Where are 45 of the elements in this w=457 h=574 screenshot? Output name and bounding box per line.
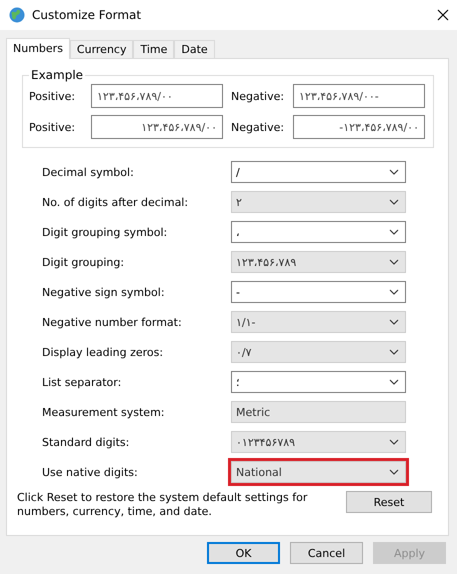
setting-label: Measurement system: <box>42 406 166 418</box>
dropdown[interactable]: / <box>231 161 406 183</box>
window-title: Customize Format <box>32 8 142 22</box>
chevron-down-icon <box>389 289 399 295</box>
example-field: ۱۲۳،۴۵۶،۷۸۹/۰۰ <box>91 84 223 108</box>
dropdown[interactable]: - <box>231 281 406 303</box>
field-label: Negative: <box>231 90 286 102</box>
chevron-down-icon <box>389 169 399 175</box>
setting-label: List separator: <box>42 376 122 388</box>
example-field: -۱۲۳،۴۵۶،۷۸۹/۰۰ <box>293 115 425 139</box>
reset-button[interactable]: Reset <box>346 491 432 513</box>
tab[interactable]: Numbers <box>6 38 70 59</box>
chevron-down-icon <box>389 259 399 265</box>
chevron-down-icon <box>389 379 399 385</box>
dialog-button[interactable]: OK <box>207 542 280 564</box>
group-title: Example <box>30 68 84 82</box>
example-field: ۱۲۳،۴۵۶،۷۸۹/۰۰- <box>293 84 425 108</box>
chevron-down-icon <box>389 229 399 235</box>
tab[interactable]: Date <box>174 40 215 58</box>
field-label: Positive: <box>29 90 76 102</box>
setting-label: Use native digits: <box>42 466 139 478</box>
setting-label: Digit grouping symbol: <box>42 226 168 238</box>
setting-label: Digit grouping: <box>42 256 126 268</box>
reset-note: Click Reset to restore the system default settings for numbers, currency, time, and date. <box>17 491 308 519</box>
field-label: Positive: <box>29 120 76 134</box>
setting-label: Decimal symbol: <box>42 166 135 178</box>
setting-label: No. of digits after decimal: <box>42 196 190 208</box>
dropdown[interactable]: ، <box>231 221 406 243</box>
field-label: Negative: <box>231 120 286 134</box>
dropdown[interactable]: ؛ <box>231 371 406 393</box>
chevron-down-icon <box>389 469 399 475</box>
globe-icon <box>8 6 26 24</box>
dialog-button[interactable]: Cancel <box>290 542 363 564</box>
setting-label: Display leading zeros: <box>42 346 164 358</box>
setting-label: Standard digits: <box>42 436 130 448</box>
chevron-down-icon <box>389 439 399 445</box>
close-icon[interactable] <box>437 9 449 21</box>
tab[interactable]: Currency <box>70 40 134 58</box>
example-field: ۱۲۳،۴۵۶،۷۸۹/۰۰ <box>91 115 223 139</box>
chevron-down-icon <box>389 349 399 355</box>
chevron-down-icon <box>389 319 399 325</box>
setting-label: Negative number format: <box>42 316 183 328</box>
setting-label: Negative sign symbol: <box>42 286 166 298</box>
tab[interactable]: Time <box>133 40 174 58</box>
chevron-down-icon <box>389 199 399 205</box>
